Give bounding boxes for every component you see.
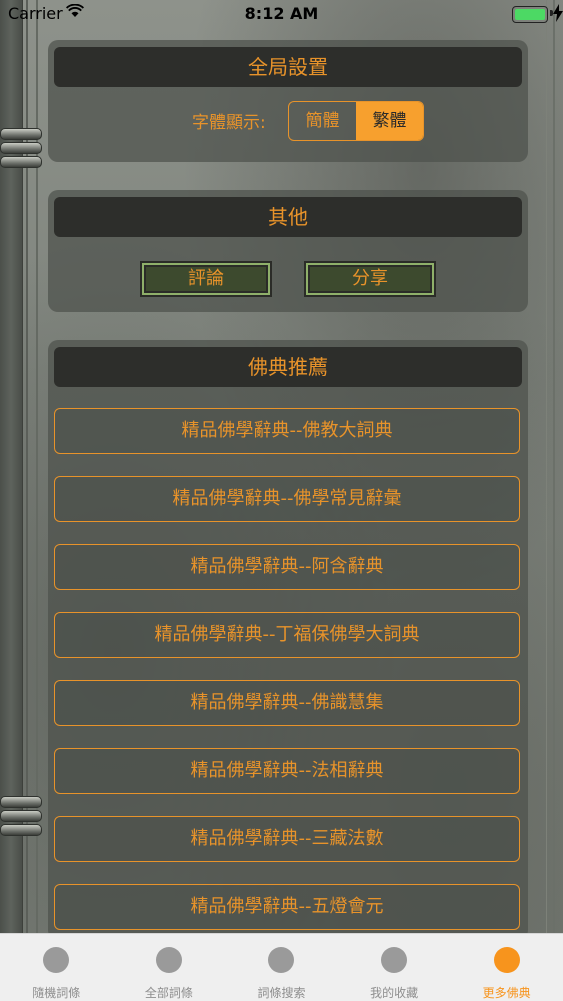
binding-ring xyxy=(0,128,42,140)
recommend-item-button[interactable]: 精品佛學辭典--丁福保佛學大詞典 xyxy=(54,612,520,658)
panel-title: 全局設置 xyxy=(54,47,522,87)
recommend-panel: 佛典推薦 精品佛學辭典--佛教大詞典 精品佛學辭典--佛學常見辭彙 精品佛學辭典… xyxy=(48,340,528,940)
others-panel: 其他 評論 分享 xyxy=(48,190,528,312)
tab-entry-search[interactable]: 詞條搜索 xyxy=(225,934,338,1001)
tab-more-sutras[interactable]: 更多佛典 xyxy=(450,934,563,1001)
charging-icon xyxy=(553,4,563,22)
tab-label: 詞條搜索 xyxy=(257,986,306,1000)
font-segmented-control: 簡體 繁體 xyxy=(288,101,424,141)
binding-ring xyxy=(0,796,42,808)
border-line xyxy=(553,0,555,933)
tab-label: 我的收藏 xyxy=(370,986,419,1000)
share-button[interactable]: 分享 xyxy=(304,261,436,297)
panel-title: 佛典推薦 xyxy=(54,347,522,387)
tab-label: 更多佛典 xyxy=(482,986,531,1000)
tab-label: 全部詞條 xyxy=(144,986,193,1000)
recommend-item-button[interactable]: 精品佛學辭典--三藏法數 xyxy=(54,816,520,862)
font-display-label: 字體顯示: xyxy=(192,113,266,133)
recommend-item-button[interactable]: 精品佛學辭典--佛學常見辭彙 xyxy=(54,476,520,522)
binding-ring xyxy=(0,142,42,154)
binding-ring xyxy=(0,824,42,836)
tab-all-entries[interactable]: 全部詞條 xyxy=(113,934,226,1001)
random-entry-icon xyxy=(43,947,70,973)
favorites-icon xyxy=(381,947,408,973)
more-icon xyxy=(493,947,520,973)
traditional-button[interactable]: 繁體 xyxy=(356,102,423,140)
recommend-item-button[interactable]: 精品佛學辭典--阿含辭典 xyxy=(54,544,520,590)
status-bar: Carrier 8:12 AM xyxy=(0,0,563,28)
review-button[interactable]: 評論 xyxy=(140,261,272,297)
tab-bar: 隨機詞條 全部詞條 詞條搜索 我的收藏 更多佛典 xyxy=(0,933,563,1001)
binding-ring xyxy=(0,156,42,168)
recommend-item-button[interactable]: 精品佛學辭典--佛教大詞典 xyxy=(54,408,520,454)
tab-label: 隨機詞條 xyxy=(32,986,81,1000)
border-line xyxy=(546,0,547,933)
simplified-button[interactable]: 簡體 xyxy=(289,102,356,140)
binding-ring xyxy=(0,810,42,822)
all-entries-icon xyxy=(155,947,182,973)
battery-icon xyxy=(512,6,548,23)
clock: 8:12 AM xyxy=(244,4,319,23)
recommend-item-button[interactable]: 精品佛學辭典--法相辭典 xyxy=(54,748,520,794)
search-icon xyxy=(268,947,295,973)
recommend-item-button[interactable]: 精品佛學辭典--五燈會元 xyxy=(54,884,520,930)
recommend-item-button[interactable]: 精品佛學辭典--佛識慧集 xyxy=(54,680,520,726)
panel-title: 其他 xyxy=(54,197,522,237)
global-settings-panel: 全局設置 字體顯示: 簡體 繁體 xyxy=(48,40,528,162)
tab-random-entry[interactable]: 隨機詞條 xyxy=(0,934,113,1001)
tab-favorites[interactable]: 我的收藏 xyxy=(338,934,451,1001)
